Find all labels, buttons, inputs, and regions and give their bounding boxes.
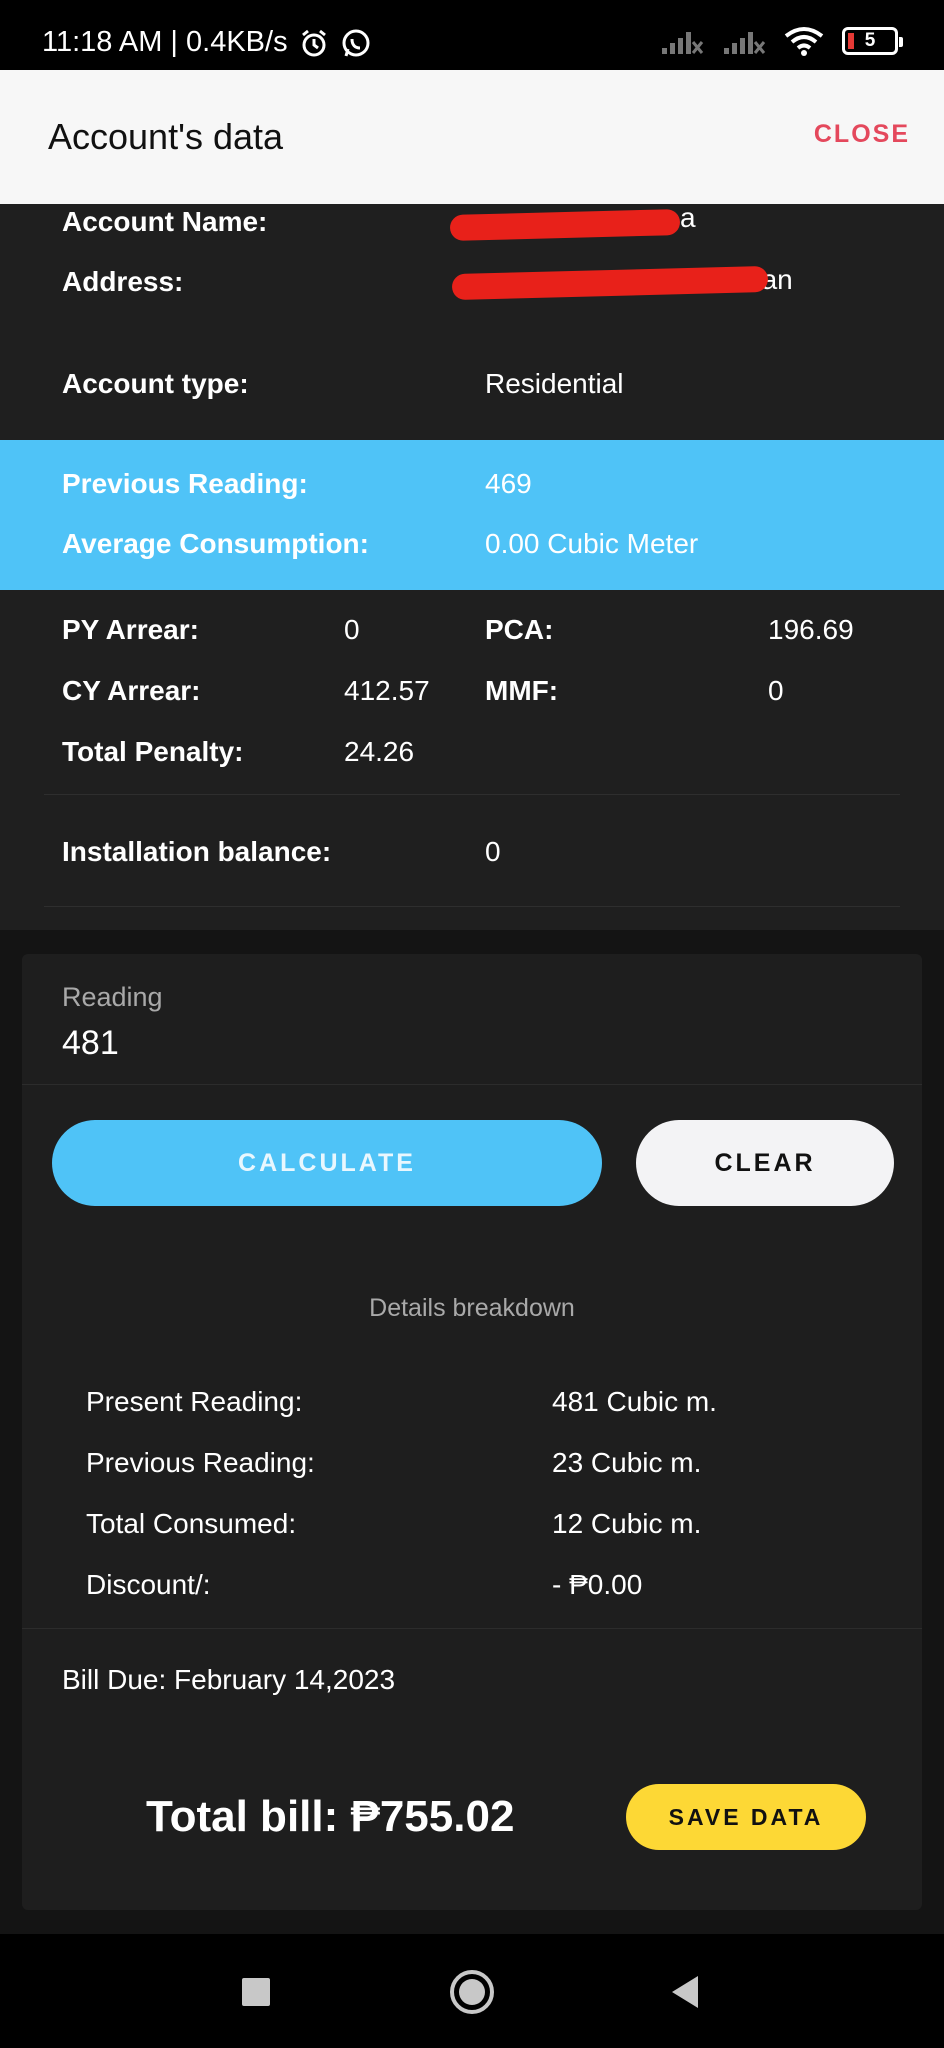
account-name-value: a [680,204,696,233]
input-underline [22,1084,922,1085]
reading-input[interactable]: 481 [62,1024,119,1063]
status-right: 5 [660,26,903,56]
divider [22,1628,922,1629]
calculate-button[interactable]: CALCULATE [52,1120,602,1206]
close-button[interactable]: CLOSE [814,120,910,149]
installation-balance-value: 0 [485,836,501,867]
account-type-value: Residential [485,368,624,399]
status-time: 11:18 AM | 0.4KB/s [42,26,288,58]
navigation-bar [0,1934,944,2048]
cy-arrear-value: 412.57 [344,675,430,706]
total-bill: Total bill: ₱755.02 [146,1792,515,1841]
breakdown-label: Discount/: [86,1569,211,1600]
reading-field-label: Reading [62,982,163,1012]
pca-value: 196.69 [768,614,854,645]
address-label: Address: [62,266,184,297]
previous-reading-label: Previous Reading: [62,468,308,499]
mmf-value: 0 [768,675,784,706]
battery-level: 5 [864,30,876,51]
page-title: Account's data [48,116,284,157]
breakdown-title: Details breakdown [369,1294,575,1322]
breakdown-value: - ₱0.00 [552,1569,643,1600]
whatsapp-icon [342,29,370,56]
py-arrear-value: 0 [344,614,360,645]
total-penalty-value: 24.26 [344,736,415,767]
alarm-icon [301,29,326,56]
breakdown-value: 481 Cubic m. [552,1386,717,1417]
home-icon[interactable] [450,1970,494,2014]
account-name-label: Account Name: [62,206,268,237]
calculator-area: Reading 481 CALCULATE CLEAR Details brea… [0,930,944,1934]
reading-highlight: Previous Reading: 469 Average Consumptio… [0,440,944,590]
account-type-label: Account type: [62,368,249,399]
pca-label: PCA: [485,614,554,645]
calculator-card: Reading 481 CALCULATE CLEAR Details brea… [22,954,922,1910]
status-left: 11:18 AM | 0.4KB/s [42,26,372,59]
total-penalty-label: Total Penalty: [62,736,244,767]
breakdown-value: 23 Cubic m. [552,1447,702,1478]
save-data-button[interactable]: SAVE DATA [626,1784,866,1850]
redaction-mark [449,208,681,242]
py-arrear-label: PY Arrear: [62,614,199,645]
mmf-label: MMF: [485,675,559,706]
breakdown-value: 12 Cubic m. [552,1508,702,1539]
signal-icon [662,32,704,54]
bill-due: Bill Due: February 14,2023 [62,1664,396,1695]
back-icon[interactable] [672,1976,698,2008]
average-consumption-label: Average Consumption: [62,528,369,559]
divider [44,906,900,907]
wifi-icon [784,27,824,56]
account-details: Account Name: a Address: Dunican Account… [0,204,944,930]
breakdown-label: Present Reading: [86,1386,303,1417]
recents-icon[interactable] [242,1978,270,2006]
breakdown-label: Previous Reading: [86,1447,315,1478]
status-bar: 11:18 AM | 0.4KB/s 5 [0,0,944,70]
clear-button[interactable]: CLEAR [636,1120,894,1206]
previous-reading-value: 469 [485,468,532,499]
average-consumption-value: 0.00 Cubic Meter [485,528,699,559]
app-header: Account's data CLOSE [0,70,944,204]
signal-icon-2 [724,32,766,54]
breakdown-label: Total Consumed: [86,1508,297,1539]
installation-balance-label: Installation balance: [62,836,332,867]
cy-arrear-label: CY Arrear: [62,675,201,706]
divider [44,794,900,795]
battery-icon: 5 [842,27,903,55]
